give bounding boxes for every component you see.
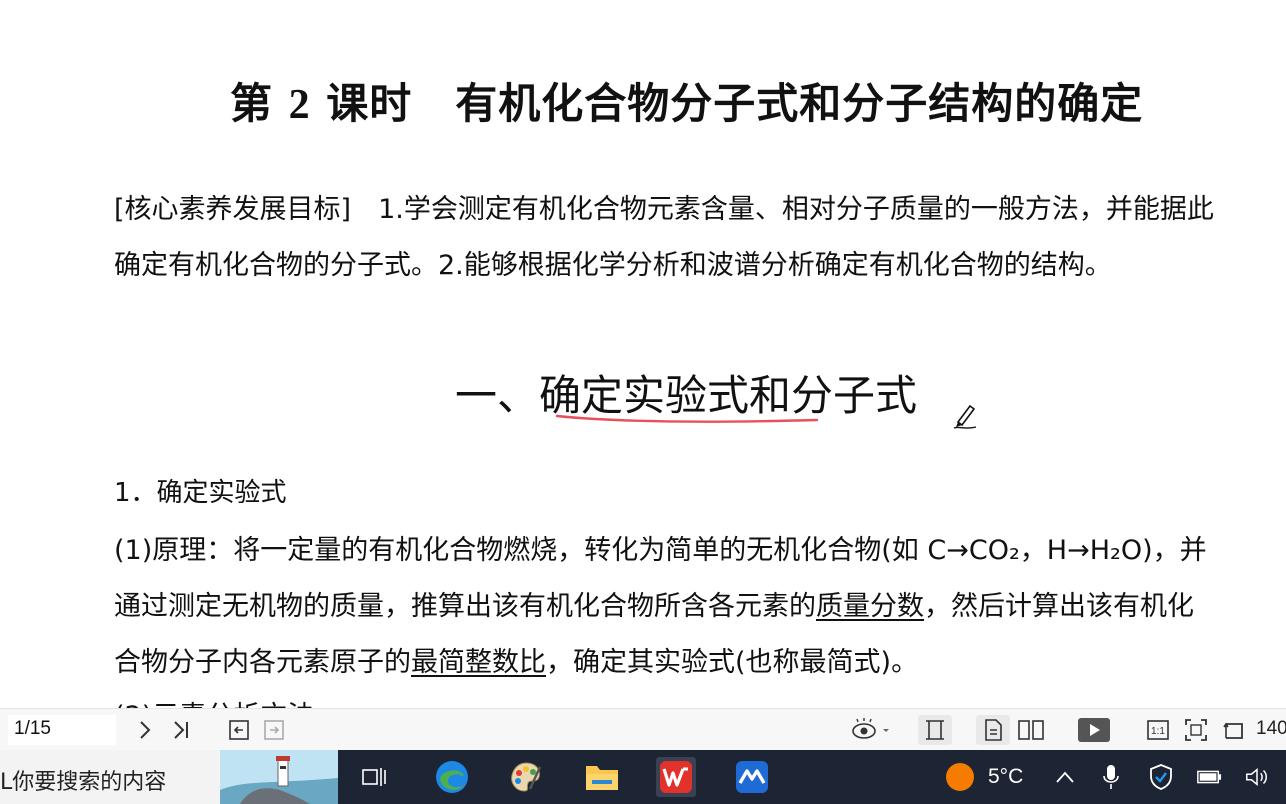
- two-page-icon[interactable]: [1014, 715, 1048, 745]
- goal-paragraph-line1: [核心素养发展目标] 1.学会测定有机化合物元素含量、相对分子质量的一般方法，并…: [114, 194, 1214, 225]
- weather-temperature[interactable]: 5°C: [988, 765, 1023, 789]
- search-highlight-image: [220, 750, 338, 804]
- underlined-term-ratio: 最简整数比: [411, 647, 546, 678]
- next-page-icon[interactable]: [130, 715, 160, 745]
- show-hidden-icons-chevron-icon[interactable]: [1052, 764, 1078, 790]
- fit-page-icon[interactable]: [1182, 715, 1210, 745]
- play-slideshow-icon[interactable]: [1076, 715, 1112, 745]
- body-line-3: 合物分子内各元素原子的最简整数比，确定其实验式(也称最简式)。: [114, 647, 919, 678]
- body-line-4: (2)元素分析方法: [114, 694, 314, 708]
- single-page-icon[interactable]: [976, 715, 1010, 745]
- goal-paragraph-line2: 确定有机化合物的分子式。2.能够根据化学分析和波谱分析确定有机化合物的结构。: [114, 250, 1112, 281]
- subsection-heading: 1．确定实验式: [114, 478, 287, 508]
- pen-cursor-icon: [953, 404, 977, 429]
- body-line-2: 通过测定无机物的质量，推算出该有机化合物所含各元素的质量分数，然后计算出该有机化: [114, 591, 1194, 622]
- search-placeholder: L你要搜索的内容: [0, 770, 167, 795]
- file-explorer-icon[interactable]: [582, 757, 622, 797]
- taskbar-search-box[interactable]: L你要搜索的内容: [0, 750, 338, 804]
- volume-icon[interactable]: [1244, 764, 1270, 790]
- viewer-toolbar: 1/15 1:1 140: [0, 708, 1286, 750]
- actual-size-icon[interactable]: 1:1: [1144, 715, 1172, 745]
- security-shield-icon[interactable]: [1148, 764, 1174, 790]
- battery-icon[interactable]: [1196, 764, 1222, 790]
- eye-protection-icon[interactable]: [848, 715, 892, 745]
- zoom-level[interactable]: 140: [1256, 718, 1286, 740]
- forward-icon[interactable]: [259, 715, 289, 745]
- task-view-icon[interactable]: [354, 757, 394, 797]
- back-icon[interactable]: [224, 715, 254, 745]
- svg-text:1:1: 1:1: [1151, 726, 1165, 737]
- document-page: 第 2 课时 有机化合物分子式和分子结构的确定 [核心素养发展目标] 1.学会测…: [0, 0, 1286, 708]
- weather-sun-icon[interactable]: [944, 761, 976, 793]
- fit-width-icon[interactable]: [918, 715, 952, 745]
- wps-office-icon[interactable]: [656, 757, 696, 797]
- page-title: 第 2 课时 有机化合物分子式和分子结构的确定: [230, 79, 1144, 128]
- rotate-icon[interactable]: [1220, 715, 1248, 745]
- edge-browser-icon[interactable]: [432, 757, 472, 797]
- meeting-app-icon[interactable]: [732, 757, 772, 797]
- red-annotation-underline: [555, 414, 819, 423]
- goal-label: [核心素养发展目标]: [114, 194, 352, 225]
- body-line-1: (1)原理：将一定量的有机化合物燃烧，转化为简单的无机化合物(如 C→CO₂，H…: [114, 535, 1207, 566]
- underlined-term-mass-fraction: 质量分数: [816, 591, 924, 622]
- paint-app-icon[interactable]: [506, 757, 546, 797]
- microphone-icon[interactable]: [1098, 764, 1124, 790]
- windows-taskbar: L你要搜索的内容 5°C: [0, 750, 1286, 804]
- page-number-input[interactable]: 1/15: [8, 715, 116, 745]
- last-page-icon[interactable]: [166, 715, 196, 745]
